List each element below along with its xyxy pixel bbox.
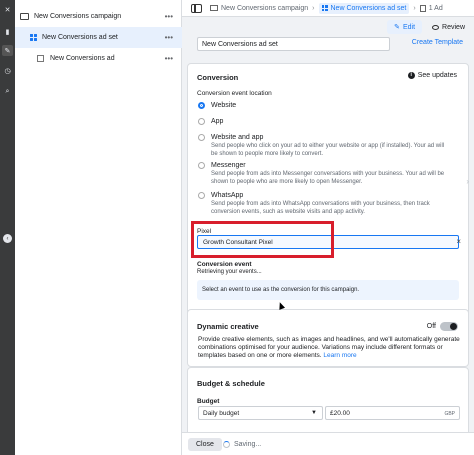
caret-down-icon: ▼ (311, 410, 317, 416)
see-updates-link[interactable]: i See updates (407, 72, 457, 79)
ad-icon (37, 55, 44, 62)
conversion-event-info: Select an event to use as the conversion… (197, 280, 459, 300)
adset-name-input[interactable]: New Conversions ad set (197, 37, 390, 51)
budget-amount-input[interactable]: £20.00 GBP (325, 406, 460, 420)
currency-label: GBP (444, 411, 455, 417)
chart-icon[interactable]: ▮ (2, 26, 13, 37)
spinner-icon (223, 441, 230, 448)
conversion-event-label: Conversion event (197, 261, 252, 268)
breadcrumb: New Conversions campaign › New Conversio… (182, 0, 474, 17)
dynamic-creative-description: Provide creative elements, such as image… (198, 336, 460, 359)
radio-label: Website (211, 102, 237, 109)
tree-item-label: New Conversions campaign (34, 13, 122, 20)
left-rail: ✕ ▮ ✎ ◷ ⌕ ‹ (0, 0, 15, 455)
budget-label: Budget (197, 398, 220, 405)
breadcrumb-separator: › (312, 4, 315, 12)
budget-card: Budget & schedule Budget Daily budget ▼ … (187, 367, 469, 432)
radio-description: Send people from ads into WhatsApp conve… (211, 201, 430, 215)
saving-status: Saving... (223, 441, 261, 448)
radio-label: WhatsApp (211, 192, 244, 199)
tree-item-label: New Conversions ad set (42, 34, 118, 41)
conversion-location-label: Conversion event location (197, 90, 272, 97)
scroll-chevron-icon[interactable]: › (466, 177, 469, 186)
conversion-event-status: Retrieving your events... (197, 269, 262, 275)
toggle-label: Off (426, 323, 436, 330)
dynamic-creative-toggle[interactable]: Off (427, 322, 458, 331)
folder-icon (20, 13, 29, 20)
create-template-link[interactable]: Create Template (412, 39, 463, 46)
section-title: Conversion (197, 73, 239, 82)
collapse-chevron-icon[interactable]: ‹ (3, 234, 12, 243)
ad-icon (419, 4, 426, 12)
clear-icon[interactable]: × (456, 237, 461, 246)
dynamic-creative-card: Dynamic creative Off Provide creative el… (187, 309, 469, 367)
budget-type-select[interactable]: Daily budget ▼ (198, 406, 323, 420)
tree-item-label: New Conversions ad (50, 55, 115, 62)
sidebar-toggle-icon[interactable] (191, 3, 202, 13)
pencil-icon: ✎ (394, 24, 400, 31)
more-icon[interactable]: ••• (165, 12, 173, 21)
tree-item-adset[interactable]: New Conversions ad set ••• (15, 27, 182, 48)
info-icon: i (407, 72, 415, 79)
close-button[interactable]: Close (188, 438, 222, 451)
toggle-switch[interactable] (440, 322, 458, 331)
radio-label: Messenger (211, 162, 246, 169)
search-icon[interactable]: ⌕ (2, 86, 13, 97)
radio-messenger[interactable] (198, 162, 205, 169)
edit-button[interactable]: ✎ Edit (387, 20, 423, 34)
review-button[interactable]: Review (428, 20, 469, 34)
pencil-icon[interactable]: ✎ (2, 45, 13, 56)
tree-item-campaign[interactable]: New Conversions campaign ••• (15, 6, 182, 27)
adset-grid-icon (321, 5, 328, 11)
section-title: Dynamic creative (197, 322, 259, 331)
radio-website[interactable] (198, 102, 205, 109)
radio-whatsapp[interactable] (198, 192, 205, 199)
breadcrumb-adset[interactable]: New Conversions ad set (318, 2, 410, 14)
folder-icon (210, 5, 218, 11)
breadcrumb-campaign[interactable]: New Conversions campaign (210, 5, 308, 12)
radio-app[interactable] (198, 118, 205, 125)
footer-bar: Close Saving... (182, 432, 474, 455)
campaign-tree: New Conversions campaign ••• New Convers… (15, 0, 182, 455)
mode-switch: ✎ Edit Review (387, 20, 469, 34)
more-icon[interactable]: ••• (165, 54, 173, 63)
highlight-box (191, 221, 334, 258)
adset-grid-icon (30, 34, 37, 41)
breadcrumb-ad[interactable]: 1 Ad (419, 4, 443, 12)
radio-description: Send people from ads into Messenger conv… (211, 171, 445, 185)
tree-item-ad[interactable]: New Conversions ad ••• (15, 48, 182, 69)
eye-icon (432, 24, 440, 30)
radio-label: Website and app (211, 134, 264, 141)
radio-website-and-app[interactable] (198, 134, 205, 141)
close-icon[interactable]: ✕ (2, 4, 13, 15)
more-icon[interactable]: ••• (165, 33, 173, 42)
breadcrumb-separator: › (413, 4, 416, 12)
learn-more-link[interactable]: Learn more (323, 352, 356, 359)
radio-description: Send people who click on your ad to eith… (211, 143, 445, 157)
section-title: Budget & schedule (197, 379, 265, 388)
radio-label: App (211, 118, 224, 125)
clock-icon[interactable]: ◷ (2, 65, 13, 76)
